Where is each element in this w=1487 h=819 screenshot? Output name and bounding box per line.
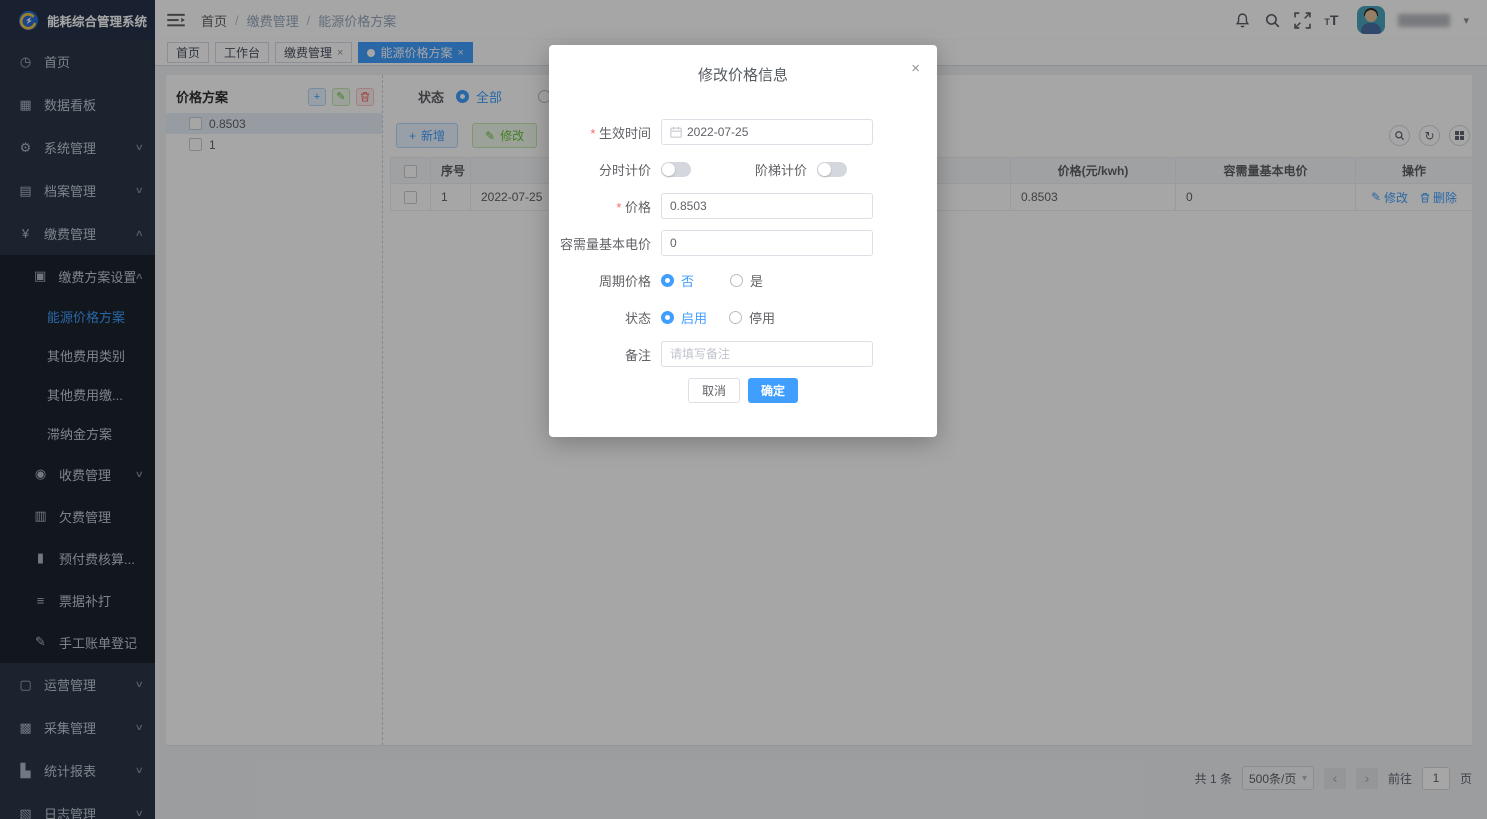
price-input[interactable] xyxy=(670,199,864,213)
cycle-price-yes-label[interactable]: 是 xyxy=(750,271,763,290)
cycle-price-yes-radio[interactable] xyxy=(730,274,743,287)
time-share-label: 分时计价 xyxy=(549,160,661,179)
status-disable-label[interactable]: 停用 xyxy=(749,308,775,327)
status-label: 状态 xyxy=(549,308,661,327)
ladder-label: 阶梯计价 xyxy=(755,160,807,179)
effective-date-field[interactable] xyxy=(661,119,873,145)
price-label: 价格 xyxy=(549,197,661,216)
cycle-price-no-label[interactable]: 否 xyxy=(681,271,694,290)
time-share-toggle[interactable] xyxy=(661,162,691,177)
remark-input[interactable] xyxy=(670,347,864,361)
cycle-price-no-radio[interactable] xyxy=(661,274,674,287)
capacity-price-label: 容需量基本电价 xyxy=(549,234,661,253)
dialog-close-icon[interactable]: × xyxy=(911,61,920,76)
status-enable-label[interactable]: 启用 xyxy=(681,308,707,327)
status-enable-radio[interactable] xyxy=(661,311,674,324)
capacity-price-field[interactable] xyxy=(661,230,873,256)
status-disable-radio[interactable] xyxy=(729,311,742,324)
cancel-button[interactable]: 取消 xyxy=(688,378,740,403)
calendar-icon xyxy=(670,126,682,138)
dialog-form: 生效时间 分时计价 阶梯计价 价格 容需量基本电价 xyxy=(549,119,937,403)
cycle-price-label: 周期价格 xyxy=(549,271,661,290)
price-field[interactable] xyxy=(661,193,873,219)
confirm-button[interactable]: 确定 xyxy=(748,378,798,403)
remark-label: 备注 xyxy=(549,345,661,364)
edit-price-dialog: 修改价格信息 × 生效时间 分时计价 阶梯计价 价格 xyxy=(549,45,937,437)
effective-date-label: 生效时间 xyxy=(549,123,661,142)
capacity-price-input[interactable] xyxy=(670,236,864,250)
dialog-title: 修改价格信息 xyxy=(549,45,937,85)
remark-field[interactable] xyxy=(661,341,873,367)
ladder-toggle[interactable] xyxy=(817,162,847,177)
effective-date-input[interactable] xyxy=(687,125,864,139)
